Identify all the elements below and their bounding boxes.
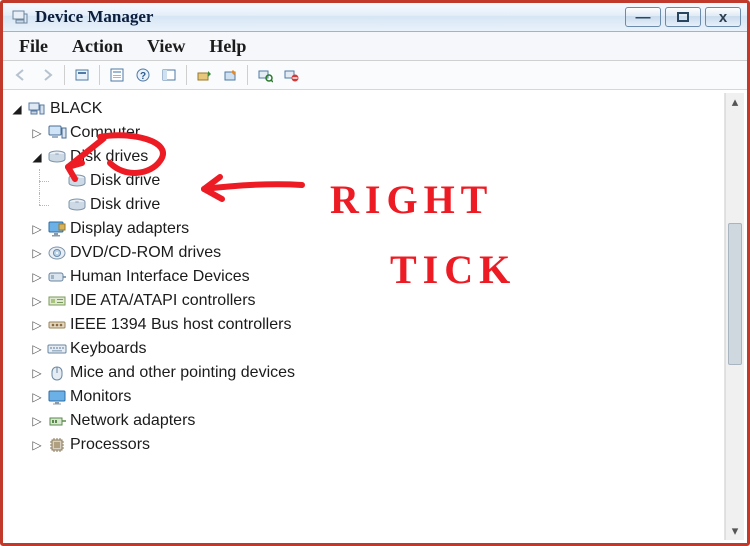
display-icon — [46, 219, 68, 239]
tree-node-label: Processors — [70, 436, 150, 454]
tree-node[interactable]: ▷ DVD/CD-ROM drives — [10, 241, 724, 265]
device-tree[interactable]: ◢ BLACK ▷ Computer ◢ Disk drives Disk drive Dis… — [6, 93, 725, 540]
root-icon — [26, 99, 48, 119]
expand-icon[interactable]: ▷ — [30, 390, 44, 404]
hid-icon — [46, 267, 68, 287]
tree-node-label: Monitors — [70, 388, 131, 406]
tree-node-label: Human Interface Devices — [70, 268, 250, 286]
tree-node-label: DVD/CD-ROM drives — [70, 244, 221, 262]
tree-node[interactable]: ▷ Human Interface Devices — [10, 265, 724, 289]
tree-node[interactable]: ▷ Network adapters — [10, 409, 724, 433]
uninstall-button[interactable] — [218, 63, 242, 87]
disk-icon — [46, 147, 68, 167]
monitor-icon — [46, 387, 68, 407]
tree-node-label: Mice and other pointing devices — [70, 364, 295, 382]
toolbar-separator — [99, 65, 100, 85]
toolbar-separator — [247, 65, 248, 85]
scroll-up-arrow[interactable]: ▴ — [726, 93, 744, 111]
tree-node[interactable]: ◢ BLACK — [10, 97, 724, 121]
cpu-icon — [46, 435, 68, 455]
disk-icon — [66, 171, 88, 191]
titlebar[interactable]: Device Manager — x — [3, 3, 747, 32]
expand-icon[interactable]: ▷ — [30, 294, 44, 308]
tree-node-label: IDE ATA/ATAPI controllers — [70, 292, 256, 310]
expand-icon[interactable]: ▷ — [30, 414, 44, 428]
app-icon — [11, 8, 29, 26]
vertical-scrollbar[interactable]: ▴ ▾ — [725, 93, 744, 540]
menu-action[interactable]: Action — [62, 33, 133, 60]
collapse-icon[interactable]: ◢ — [10, 102, 24, 116]
scan-hardware-button[interactable] — [253, 63, 277, 87]
help-button[interactable]: ? — [131, 63, 155, 87]
properties-button[interactable] — [105, 63, 129, 87]
menu-file[interactable]: File — [9, 33, 58, 60]
tree-node[interactable]: ▷ Processors — [10, 433, 724, 457]
scroll-thumb[interactable] — [728, 223, 742, 365]
disable-button[interactable] — [279, 63, 303, 87]
close-button[interactable]: x — [705, 7, 741, 27]
tree-node[interactable]: Disk drive — [10, 169, 724, 193]
device-manager-window: Device Manager — x File Action View Help… — [0, 0, 750, 546]
expand-icon[interactable]: ▷ — [30, 366, 44, 380]
tree-node[interactable]: ▷ Keyboards — [10, 337, 724, 361]
tree-node[interactable]: ▷ Display adapters — [10, 217, 724, 241]
toolbar-separator — [64, 65, 65, 85]
tree-node[interactable]: ▷ Computer — [10, 121, 724, 145]
expand-icon[interactable]: ▷ — [30, 270, 44, 284]
svg-text:?: ? — [140, 71, 146, 82]
keyboard-icon — [46, 339, 68, 359]
firewire-icon — [46, 315, 68, 335]
expand-icon[interactable]: ▷ — [30, 438, 44, 452]
tree-node[interactable]: Disk drive — [10, 193, 724, 217]
menu-view[interactable]: View — [137, 33, 195, 60]
mouse-icon — [46, 363, 68, 383]
tree-node[interactable]: ▷ IDE ATA/ATAPI controllers — [10, 289, 724, 313]
expand-icon[interactable]: ▷ — [30, 318, 44, 332]
tree-node-label: Display adapters — [70, 220, 189, 238]
tree-node-label: IEEE 1394 Bus host controllers — [70, 316, 291, 334]
network-icon — [46, 411, 68, 431]
tree-node-label: BLACK — [50, 100, 102, 118]
tree-node[interactable]: ▷ Mice and other pointing devices — [10, 361, 724, 385]
computer-icon — [46, 123, 68, 143]
tree-node[interactable]: ▷ Monitors — [10, 385, 724, 409]
show-hidden-button[interactable] — [70, 63, 94, 87]
minimize-button[interactable]: — — [625, 7, 661, 27]
window-buttons: — x — [625, 7, 747, 27]
update-driver-button[interactable] — [192, 63, 216, 87]
collapse-icon[interactable]: ◢ — [30, 150, 44, 164]
content-area: ◢ BLACK ▷ Computer ◢ Disk drives Disk drive Dis… — [6, 93, 744, 540]
toolbar: ? — [3, 61, 747, 90]
toolbar-separator — [186, 65, 187, 85]
expand-icon[interactable]: ▷ — [30, 222, 44, 236]
maximize-button[interactable] — [665, 7, 701, 27]
expand-icon[interactable]: ▷ — [30, 246, 44, 260]
menubar: File Action View Help — [3, 32, 747, 61]
nav-forward-button[interactable] — [35, 63, 59, 87]
nav-back-button[interactable] — [9, 63, 33, 87]
expand-icon[interactable]: ▷ — [30, 126, 44, 140]
tree-node[interactable]: ▷ IEEE 1394 Bus host controllers — [10, 313, 724, 337]
scroll-down-arrow[interactable]: ▾ — [726, 522, 744, 540]
tree-node-label: Keyboards — [70, 340, 147, 358]
console-tree-button[interactable] — [157, 63, 181, 87]
tree-node-label: Computer — [70, 124, 140, 142]
tree-node-label: Disk drive — [90, 196, 160, 214]
tree-node-label: Disk drives — [70, 148, 148, 166]
tree-node[interactable]: ◢ Disk drives — [10, 145, 724, 169]
window-title: Device Manager — [33, 7, 625, 27]
expand-icon[interactable]: ▷ — [30, 342, 44, 356]
ide-icon — [46, 291, 68, 311]
tree-node-label: Disk drive — [90, 172, 160, 190]
tree-node-label: Network adapters — [70, 412, 195, 430]
menu-help[interactable]: Help — [199, 33, 256, 60]
optical-icon — [46, 243, 68, 263]
disk-icon — [66, 195, 88, 215]
